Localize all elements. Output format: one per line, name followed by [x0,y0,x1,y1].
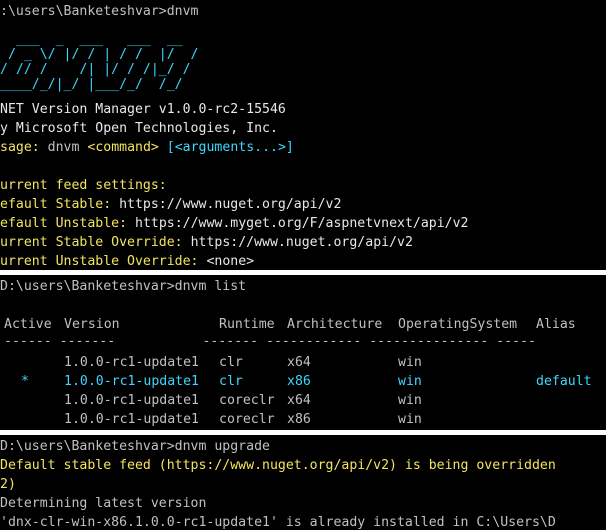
feed-line: efault Unstable: https://www.myget.org/F… [0,214,468,233]
usage-line: sage: dnvm <command> [<arguments...>] [0,138,294,157]
row-runtime: clr [219,355,243,370]
determining-line: Determining latest version [0,496,207,511]
version-line: NET Version Manager v1.0.0-rc2-15546 [0,102,286,117]
feed-header: urrent feed settings: [0,178,167,193]
command-prompt: D:\users\Banketeshvar>dnvm list [0,279,247,294]
installed-line: 'dnx-clr-win-x86.1.0.0-rc1-update1' is a… [0,515,556,530]
row-architecture: x86 [287,374,311,389]
command-prompt: D:\users\Banketeshvar>dnvm upgrade [0,439,270,454]
feed-line: efault Stable: https://www.nuget.org/api… [0,195,341,214]
console-panel-dnvm-list: D:\users\Banketeshvar>dnvm list Active V… [0,275,606,430]
row-version: 1.0.0-rc1-update1 [64,393,199,408]
feed-line: urrent Stable Override: https://www.nuge… [0,233,413,252]
console-panel-dnvm: :\users\Banketeshvar>dnvm ___ _ ___ ___ … [0,0,606,270]
ascii-logo-line: ____/_/|_/ |___/_/ /_/ [0,77,183,92]
override-warning: Default stable feed (https://www.nuget.o… [0,458,556,473]
console-panel-dnvm-upgrade: D:\users\Banketeshvar>dnvm upgrade Defau… [0,435,606,530]
row-runtime: clr [219,374,243,389]
row-active: * [21,374,29,389]
row-alias: default [536,374,592,389]
row-runtime: coreclr [219,393,275,408]
row-architecture: x86 [287,412,311,427]
table-separator: ------ ------- ------- ------------ ----… [4,334,536,349]
usage-label: sage: [0,140,40,155]
row-os: win [398,412,422,427]
command-prompt: :\users\Banketeshvar>dnvm [0,4,199,19]
author-line: y Microsoft Open Technologies, Inc. [0,121,278,136]
usage-cmd: dnvm [47,140,80,155]
row-os: win [398,393,422,408]
row-runtime: coreclr [219,412,275,427]
override-warning-cont: 2) [0,477,16,492]
feed-label: urrent Stable Override: [0,235,183,250]
feed-value: <none> [206,254,255,269]
feed-line: urrent Unstable Override: <none> [0,252,254,270]
feed-value: https://www.myget.org/F/aspnetvnext/api/… [135,216,469,231]
feed-label: urrent Unstable Override: [0,254,199,269]
row-version: 1.0.0-rc1-update1 [64,355,199,370]
row-version: 1.0.0-rc1-update1 [64,412,199,427]
usage-command: <command> [87,140,159,155]
feed-label: efault Stable: [0,197,112,212]
feed-label: efault Unstable: [0,216,128,231]
feed-value: https://www.nuget.org/api/v2 [190,235,413,250]
row-architecture: x64 [287,393,311,408]
feed-value: https://www.nuget.org/api/v2 [119,197,342,212]
row-os: win [398,374,422,389]
row-version: 1.0.0-rc1-update1 [64,374,199,389]
row-os: win [398,355,422,370]
usage-args: [<arguments...>] [166,140,294,155]
header-alias: Alias [536,317,576,332]
row-architecture: x64 [287,355,311,370]
